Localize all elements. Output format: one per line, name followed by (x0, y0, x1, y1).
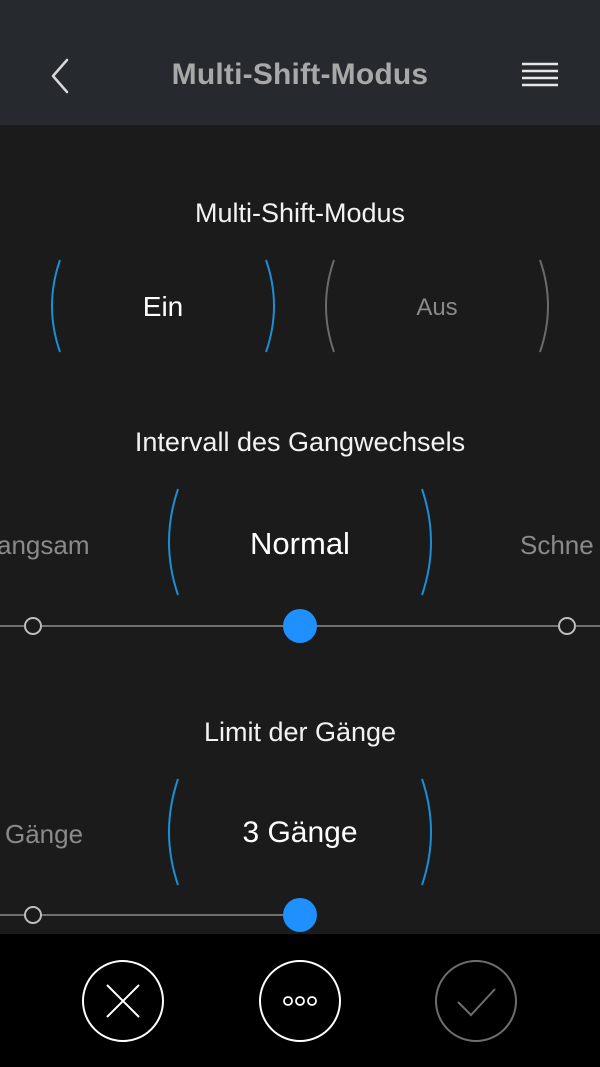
interval-option-fast[interactable]: Schne (520, 530, 594, 561)
interval-slider[interactable] (0, 606, 600, 646)
more-dots-icon (259, 960, 341, 1042)
interval-option-normal[interactable]: Normal (166, 487, 434, 597)
gear-limit-option-selected[interactable]: 3 Gänge (166, 777, 434, 887)
menu-button[interactable] (515, 58, 565, 94)
checkmark-icon (435, 960, 517, 1042)
app-header: Multi-Shift-Modus (0, 0, 600, 125)
mode-option-off[interactable]: Aus (324, 258, 550, 354)
screen: Multi-Shift-Modus Multi-Shift-Modus Ein (0, 0, 600, 1067)
page-title: Multi-Shift-Modus (171, 58, 429, 91)
bottom-action-bar (0, 934, 600, 1067)
mode-on-label: Ein (142, 291, 184, 322)
gear-limit-option-prev[interactable]: Gänge (5, 819, 83, 850)
mode-option-on[interactable]: Ein (50, 258, 276, 354)
slider-thumb[interactable] (283, 609, 317, 643)
list-menu-icon (522, 62, 558, 87)
gear-limit-slider[interactable] (0, 895, 600, 935)
interval-option-slow[interactable]: angsam (0, 530, 90, 561)
slider-stop-left[interactable] (24, 617, 42, 635)
interval-normal-label: Normal (250, 526, 350, 561)
mode-section-title: Multi-Shift-Modus (194, 198, 406, 228)
mode-off-label: Aus (416, 294, 458, 321)
slider-stop-right[interactable] (558, 617, 576, 635)
more-options-button[interactable] (258, 959, 342, 1043)
slider-thumb[interactable] (283, 898, 317, 932)
cancel-button[interactable] (81, 959, 165, 1043)
confirm-button[interactable] (434, 959, 518, 1043)
interval-section-title: Intervall des Gangwechsels (134, 427, 466, 457)
gear-limit-section-title: Limit der Gänge (203, 717, 397, 747)
close-icon (82, 960, 164, 1042)
gear-limit-selected-label: 3 Gänge (242, 816, 358, 849)
slider-stop-left[interactable] (24, 906, 42, 924)
